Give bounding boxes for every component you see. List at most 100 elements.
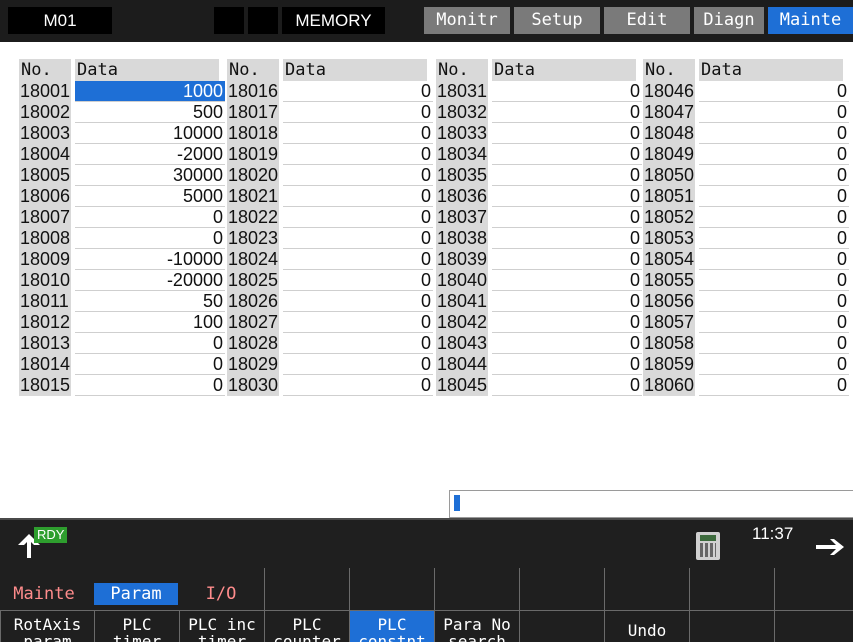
parameter-value[interactable]: 0 bbox=[492, 228, 642, 249]
parameter-number: 18056 bbox=[643, 291, 695, 312]
parameter-value[interactable]: 0 bbox=[699, 312, 849, 333]
parameter-value[interactable]: 0 bbox=[283, 165, 433, 186]
parameter-number: 18002 bbox=[19, 102, 71, 123]
parameter-value[interactable]: 0 bbox=[699, 207, 849, 228]
parameter-value[interactable]: 0 bbox=[492, 291, 642, 312]
parameter-value[interactable]: -20000 bbox=[75, 270, 225, 291]
parameter-value[interactable]: 0 bbox=[283, 354, 433, 375]
parameter-value[interactable]: 1000 bbox=[75, 81, 225, 102]
parameter-value[interactable]: 0 bbox=[283, 375, 433, 396]
parameter-value[interactable]: -10000 bbox=[75, 249, 225, 270]
parameter-value[interactable]: -2000 bbox=[75, 144, 225, 165]
parameter-value[interactable]: 0 bbox=[492, 270, 642, 291]
softkey-plc-timer[interactable]: PLC timer bbox=[94, 610, 179, 642]
column-header-no: No. bbox=[436, 59, 488, 81]
parameter-value[interactable]: 0 bbox=[283, 81, 433, 102]
parameter-value[interactable]: 100 bbox=[75, 312, 225, 333]
parameter-value[interactable]: 0 bbox=[492, 312, 642, 333]
parameter-value[interactable]: 0 bbox=[75, 228, 225, 249]
tab-mainte[interactable]: Mainte bbox=[768, 7, 853, 34]
divider bbox=[0, 518, 853, 520]
parameter-value[interactable]: 30000 bbox=[75, 165, 225, 186]
parameter-number: 18044 bbox=[436, 354, 488, 375]
parameter-value[interactable]: 0 bbox=[492, 375, 642, 396]
parameter-value[interactable]: 0 bbox=[699, 144, 849, 165]
system-name: M01 bbox=[8, 7, 112, 34]
parameter-value[interactable]: 0 bbox=[699, 81, 849, 102]
parameter-value[interactable]: 0 bbox=[283, 249, 433, 270]
right-arrow-icon[interactable] bbox=[814, 537, 846, 557]
parameter-value[interactable]: 0 bbox=[699, 165, 849, 186]
parameter-value[interactable]: 0 bbox=[492, 333, 642, 354]
parameter-number: 18005 bbox=[19, 165, 71, 186]
menu-group-io[interactable]: I/O bbox=[179, 583, 263, 605]
parameter-number: 18016 bbox=[227, 81, 279, 102]
menu-group-mainte[interactable]: Mainte bbox=[0, 583, 88, 605]
parameter-value[interactable]: 500 bbox=[75, 102, 225, 123]
parameter-value[interactable]: 0 bbox=[492, 249, 642, 270]
parameter-value[interactable]: 0 bbox=[75, 354, 225, 375]
parameter-value[interactable]: 50 bbox=[75, 291, 225, 312]
parameter-number: 18003 bbox=[19, 123, 71, 144]
parameter-value[interactable]: 0 bbox=[492, 123, 642, 144]
parameter-value[interactable]: 0 bbox=[283, 186, 433, 207]
parameter-value[interactable]: 0 bbox=[283, 207, 433, 228]
parameter-value[interactable]: 0 bbox=[492, 165, 642, 186]
parameter-number: 18053 bbox=[643, 228, 695, 249]
softkey-empty[interactable] bbox=[774, 610, 853, 642]
parameter-value[interactable]: 0 bbox=[699, 270, 849, 291]
softkey-plc-constnt[interactable]: PLC constnt bbox=[349, 610, 434, 642]
parameter-value[interactable]: 0 bbox=[699, 291, 849, 312]
parameter-number: 18058 bbox=[643, 333, 695, 354]
column-header-no: No. bbox=[643, 59, 695, 81]
parameter-value[interactable]: 0 bbox=[699, 186, 849, 207]
softkey-rotaxis-param[interactable]: RotAxis param bbox=[0, 610, 94, 642]
parameter-value[interactable]: 0 bbox=[492, 102, 642, 123]
tab-diagn[interactable]: Diagn bbox=[694, 7, 764, 34]
parameter-value[interactable]: 0 bbox=[75, 375, 225, 396]
parameter-value[interactable]: 0 bbox=[283, 333, 433, 354]
parameter-value[interactable]: 0 bbox=[699, 123, 849, 144]
parameter-value[interactable]: 0 bbox=[492, 186, 642, 207]
softkey-empty[interactable] bbox=[519, 610, 604, 642]
parameter-value[interactable]: 0 bbox=[283, 102, 433, 123]
parameter-value[interactable]: 5000 bbox=[75, 186, 225, 207]
parameter-number: 18059 bbox=[643, 354, 695, 375]
tab-setup[interactable]: Setup bbox=[514, 7, 600, 34]
parameter-value[interactable]: 0 bbox=[699, 354, 849, 375]
parameter-number: 18060 bbox=[643, 375, 695, 396]
parameter-value[interactable]: 0 bbox=[75, 207, 225, 228]
menu-group-param[interactable]: Param bbox=[94, 583, 178, 605]
parameter-value[interactable]: 0 bbox=[492, 354, 642, 375]
parameter-value[interactable]: 0 bbox=[283, 123, 433, 144]
tab-monitr[interactable]: Monitr bbox=[424, 7, 510, 34]
parameter-number: 18038 bbox=[436, 228, 488, 249]
parameter-value[interactable]: 0 bbox=[492, 207, 642, 228]
parameter-number: 18048 bbox=[643, 123, 695, 144]
parameter-value[interactable]: 0 bbox=[283, 270, 433, 291]
parameter-number: 18045 bbox=[436, 375, 488, 396]
parameter-value[interactable]: 0 bbox=[75, 333, 225, 354]
parameter-value[interactable]: 0 bbox=[283, 291, 433, 312]
parameter-value[interactable]: 0 bbox=[492, 81, 642, 102]
parameter-value[interactable]: 0 bbox=[492, 144, 642, 165]
divider bbox=[689, 568, 690, 610]
softkey-undo[interactable]: Undo bbox=[604, 610, 689, 642]
parameter-value[interactable]: 0 bbox=[699, 375, 849, 396]
calculator-icon[interactable] bbox=[696, 532, 720, 560]
parameter-value[interactable]: 0 bbox=[283, 312, 433, 333]
softkey-plc-inc-timer[interactable]: PLC inc timer bbox=[179, 610, 264, 642]
parameter-value[interactable]: 0 bbox=[283, 144, 433, 165]
softkey-plc-counter[interactable]: PLC counter bbox=[264, 610, 349, 642]
parameter-value[interactable]: 0 bbox=[699, 249, 849, 270]
data-input-field[interactable] bbox=[449, 490, 853, 518]
softkey-empty[interactable] bbox=[689, 610, 774, 642]
parameter-value[interactable]: 10000 bbox=[75, 123, 225, 144]
tab-edit[interactable]: Edit bbox=[604, 7, 690, 34]
softkey-para-no-search[interactable]: Para No search bbox=[434, 610, 519, 642]
parameter-value[interactable]: 0 bbox=[283, 228, 433, 249]
parameter-value[interactable]: 0 bbox=[699, 102, 849, 123]
parameter-value[interactable]: 0 bbox=[699, 228, 849, 249]
parameter-value[interactable]: 0 bbox=[699, 333, 849, 354]
parameter-number: 18049 bbox=[643, 144, 695, 165]
